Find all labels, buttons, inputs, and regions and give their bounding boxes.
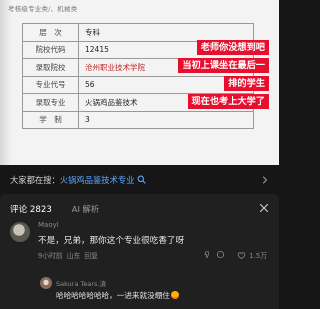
share-icon[interactable]	[216, 250, 225, 259]
comment-tabs: 评论 2823 AI 解析	[10, 203, 99, 215]
search-icon[interactable]	[137, 175, 147, 184]
dislike-icon[interactable]	[204, 250, 213, 259]
avatar[interactable]	[10, 222, 30, 242]
laughing-emoji-icon	[170, 291, 179, 299]
comment-time: 9小时前	[38, 252, 63, 260]
avatar[interactable]	[40, 277, 52, 289]
chevron-right-icon[interactable]	[261, 175, 269, 184]
row-key: 录取专业	[22, 93, 79, 112]
video-frame[interactable]: 考核级专业类/、机械类 层 次专科 院校代码 12415 录取院校 沧州职业技术学院 专业…	[0, 0, 279, 165]
row-key: 专业代号	[22, 75, 79, 94]
heart-icon[interactable]	[237, 251, 246, 260]
row-key: 录取院校	[22, 58, 79, 77]
table-row: 学 制3	[22, 110, 254, 129]
search-query-link[interactable]: 火锅鸡品鉴技术专业	[60, 174, 135, 186]
reply-button[interactable]: 回复	[84, 250, 98, 260]
comment-username[interactable]: Sakura Tears.滇	[56, 278, 106, 288]
comment-location: 山东	[66, 252, 81, 260]
caption-line: 现在也考上大学了	[187, 94, 269, 109]
comment-text: 不是，兄弟，那你这个专业很吃香了呀	[38, 236, 185, 246]
tab-ai-analysis[interactable]: AI 解析	[72, 203, 99, 215]
tab-comments[interactable]: 评论 2823	[10, 203, 52, 215]
comment-meta: 9小时前 山东 回复	[38, 250, 102, 260]
comments-panel: 评论 2823 AI 解析 Maoyi 不是，兄弟，那你这个专业很吃香了呀 9小…	[0, 194, 279, 309]
table-row: 层 次专科	[22, 23, 254, 42]
row-value: 专科	[78, 23, 254, 42]
like-count-value: 1.5万	[249, 252, 267, 260]
comment-text: 哈哈哈哈哈哈哈，一进来就没绷住	[56, 290, 179, 301]
row-value: 3	[78, 110, 254, 129]
search-suggestion-bar[interactable]: 大家都在搜： 火锅鸡品鉴技术专业	[0, 165, 279, 194]
caption-overlay: 老师你没想到吧 当初上课坐在最后一 排的学生 现在也考上大学了	[141, 40, 269, 112]
close-icon[interactable]	[259, 203, 269, 213]
search-prefix: 大家都在搜：	[10, 174, 60, 185]
row-key: 学 制	[22, 110, 79, 129]
caption-line: 当初上课坐在最后一	[178, 58, 269, 73]
row-key: 院校代码	[22, 40, 79, 59]
caption-line: 老师你没想到吧	[196, 40, 269, 55]
comment-text-body: 哈哈哈哈哈哈哈，一进来就没绷住	[56, 291, 170, 300]
comment-username[interactable]: Maoyi	[38, 221, 59, 229]
page-shadow	[0, 0, 12, 165]
doc-header: 考核级专业类/、机械类	[8, 5, 78, 13]
like-count[interactable]: 1.5万	[237, 250, 267, 260]
row-key: 层 次	[22, 23, 79, 42]
caption-line: 排的学生	[224, 76, 269, 91]
